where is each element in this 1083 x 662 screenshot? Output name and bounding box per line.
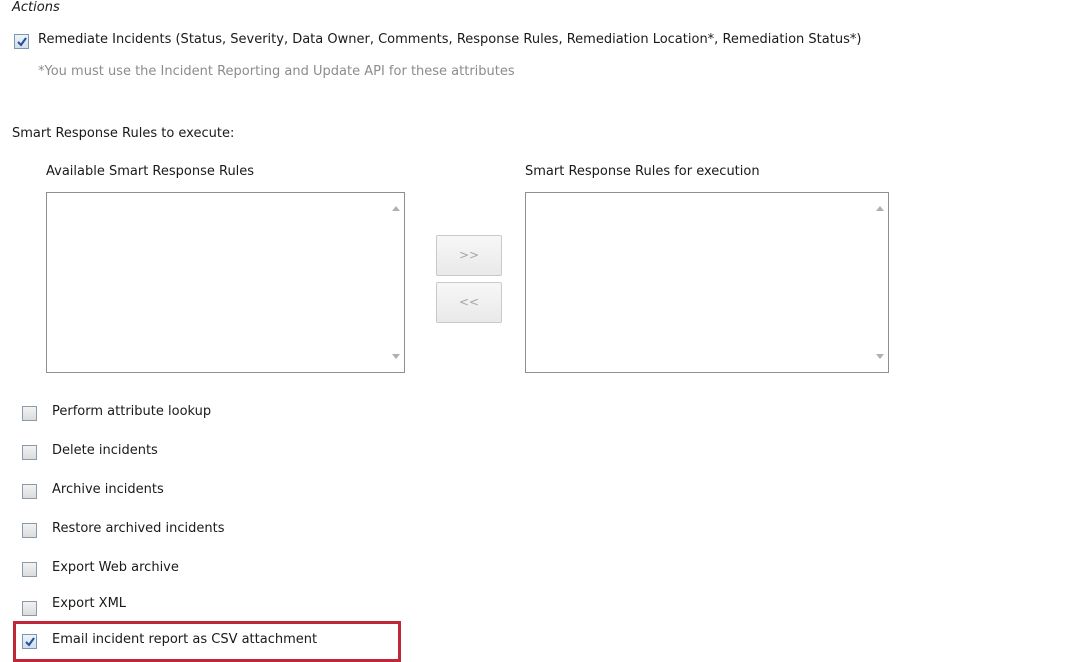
execution-rules-listbox[interactable] xyxy=(525,192,889,373)
export-web-archive-checkbox[interactable] xyxy=(22,562,37,577)
restore-archived-incidents-checkbox[interactable] xyxy=(22,523,37,538)
export-web-archive-label: Export Web archive xyxy=(52,560,179,575)
scroll-up-icon[interactable] xyxy=(876,206,884,211)
smart-response-heading: Smart Response Rules to execute: xyxy=(12,126,235,141)
delete-incidents-label: Delete incidents xyxy=(52,443,158,458)
available-rules-label: Available Smart Response Rules xyxy=(46,164,255,179)
checkmark-icon xyxy=(17,37,27,47)
perform-attribute-lookup-label: Perform attribute lookup xyxy=(52,404,212,419)
add-rule-button[interactable]: >> xyxy=(436,235,502,276)
delete-incidents-checkbox[interactable] xyxy=(22,445,37,460)
export-xml-label: Export XML xyxy=(52,596,127,611)
scroll-down-icon[interactable] xyxy=(392,354,400,359)
remediate-incidents-checkbox[interactable] xyxy=(14,34,29,49)
actions-title: Actions xyxy=(12,0,60,15)
available-rules-listbox[interactable] xyxy=(46,192,405,373)
scroll-down-icon[interactable] xyxy=(876,354,884,359)
remove-rule-button[interactable]: << xyxy=(436,282,502,323)
execution-rules-label: Smart Response Rules for execution xyxy=(525,164,760,179)
email-csv-checkbox[interactable] xyxy=(22,634,37,649)
scroll-up-icon[interactable] xyxy=(392,206,400,211)
email-csv-label: Email incident report as CSV attachment xyxy=(52,632,318,647)
perform-attribute-lookup-checkbox[interactable] xyxy=(22,406,37,421)
available-rules-scrollbar[interactable] xyxy=(387,193,404,372)
restore-archived-incidents-label: Restore archived incidents xyxy=(52,521,225,536)
archive-incidents-checkbox[interactable] xyxy=(22,484,37,499)
remediate-incidents-label: Remediate Incidents (Status, Severity, D… xyxy=(38,32,862,47)
api-note: *You must use the Incident Reporting and… xyxy=(38,64,515,79)
archive-incidents-label: Archive incidents xyxy=(52,482,164,497)
execution-rules-scrollbar[interactable] xyxy=(871,193,888,372)
export-xml-checkbox[interactable] xyxy=(22,601,37,616)
checkmark-icon xyxy=(25,637,35,647)
